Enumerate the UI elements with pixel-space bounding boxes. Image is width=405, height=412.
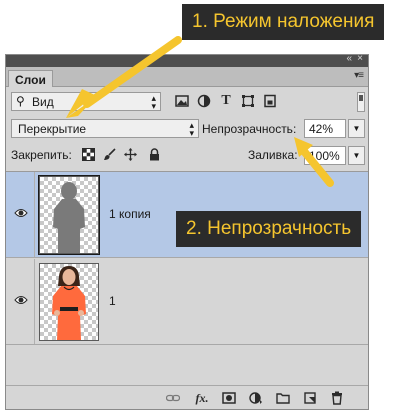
callout-blend-mode: 1. Режим наложения (182, 4, 385, 40)
callout-opacity: 2. Непрозрачность (176, 211, 362, 247)
arrow-to-opacity (299, 146, 334, 187)
arrow-to-blend-mode (83, 36, 182, 108)
annotation-arrows (66, 36, 334, 187)
